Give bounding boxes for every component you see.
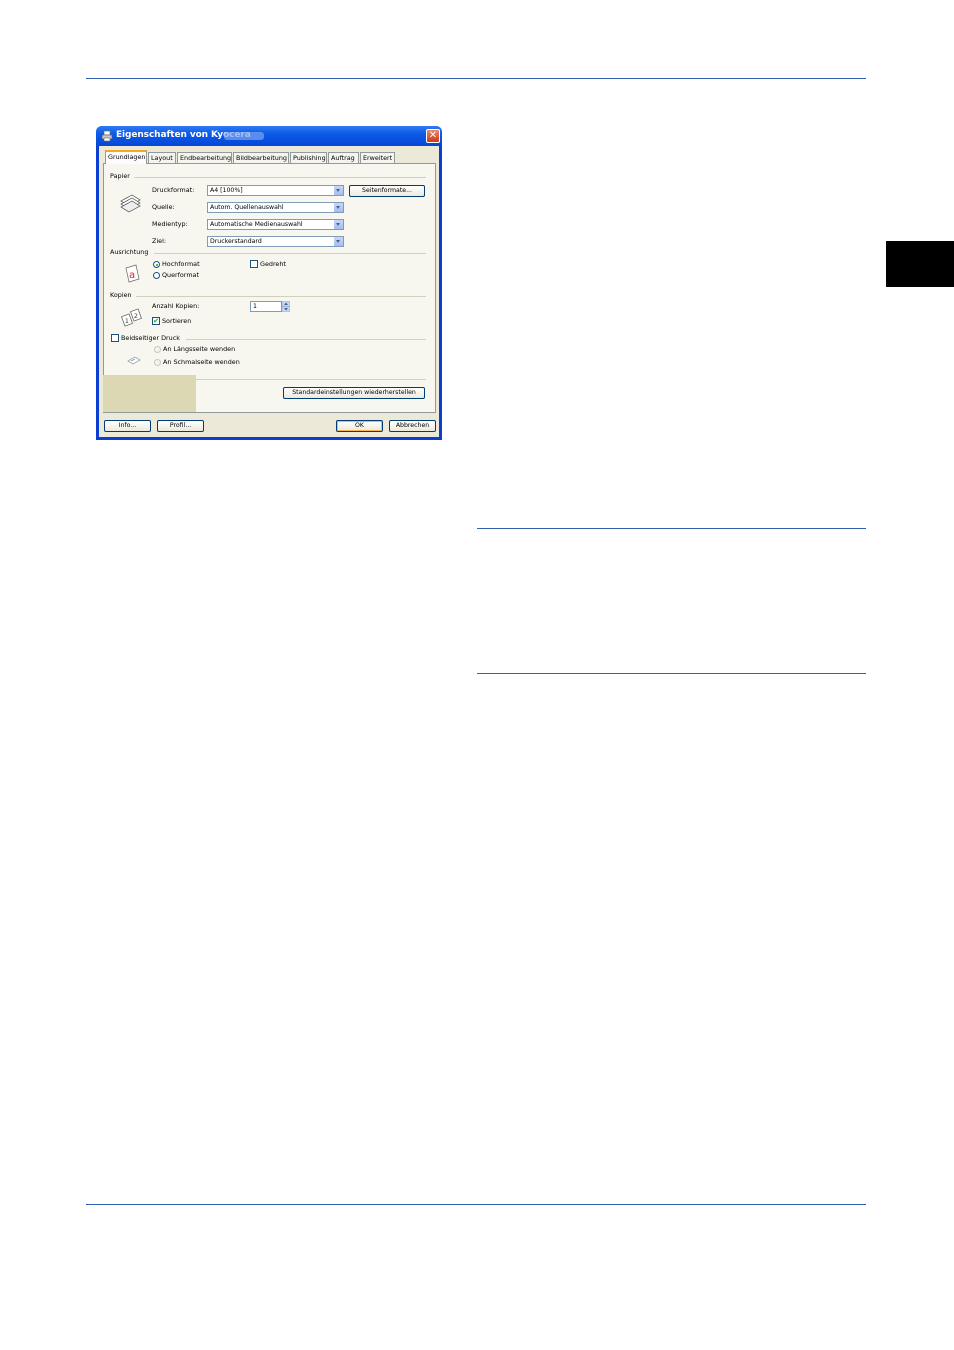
chevron-down-icon[interactable] bbox=[333, 237, 343, 246]
svg-text:1: 1 bbox=[125, 318, 129, 325]
laengsseite-label[interactable]: An Längsseite wenden bbox=[163, 345, 235, 354]
sortieren-checkbox[interactable]: ✔ bbox=[152, 317, 160, 325]
separator bbox=[136, 296, 426, 297]
anzahl-kopien-input[interactable]: 1 bbox=[250, 301, 282, 312]
schmalseite-radio[interactable] bbox=[154, 359, 161, 366]
group-ausrichtung-label: Ausrichtung bbox=[110, 248, 149, 256]
chapter-side-tab bbox=[886, 241, 954, 287]
chevron-down-icon[interactable] bbox=[333, 203, 343, 212]
quelle-select[interactable]: Autom. Quellenauswahl bbox=[207, 202, 344, 213]
medientyp-select[interactable]: Automatische Medienauswahl bbox=[207, 219, 344, 230]
duplex-flip-icon bbox=[127, 356, 141, 365]
separator bbox=[154, 253, 426, 254]
section-rule-bottom bbox=[477, 673, 866, 674]
printer-properties-dialog: Eigenschaften von Kyocera ✕ Grundlagen L… bbox=[96, 126, 442, 440]
standardeinstellungen-button[interactable]: Standardeinstellungen wiederherstellen bbox=[283, 387, 425, 399]
anzahl-kopien-value: 1 bbox=[253, 303, 257, 310]
quelle-label: Quelle: bbox=[152, 203, 175, 211]
group-kopien-label: Kopien bbox=[110, 291, 132, 299]
ok-button[interactable]: OK bbox=[336, 420, 383, 432]
abbrechen-button[interactable]: Abbrechen bbox=[389, 420, 436, 432]
group-papier-label: Papier bbox=[110, 172, 130, 180]
info-button[interactable]: Info... bbox=[104, 420, 151, 432]
druckformat-select[interactable]: A4 [100%] bbox=[207, 185, 344, 196]
gedreht-label[interactable]: Gedreht bbox=[260, 260, 286, 269]
ziel-value: Druckerstandard bbox=[210, 238, 262, 245]
chevron-down-icon[interactable] bbox=[333, 220, 343, 229]
side-panel-area bbox=[103, 375, 196, 412]
tab-grundlagen[interactable]: Grundlagen bbox=[105, 150, 147, 164]
beidseitiger-druck-label[interactable]: Beidseitiger Druck bbox=[121, 334, 180, 343]
tab-layout[interactable]: Layout bbox=[148, 152, 176, 163]
header-rule bbox=[86, 78, 866, 79]
querformat-label[interactable]: Querformat bbox=[162, 271, 199, 280]
tab-bildbearbeitung[interactable]: Bildbearbeitung bbox=[233, 152, 289, 163]
beidseitiger-druck-checkbox[interactable] bbox=[111, 334, 119, 342]
schmalseite-label[interactable]: An Schmalseite wenden bbox=[163, 358, 240, 367]
seitenformate-button[interactable]: Seitenformate... bbox=[349, 185, 425, 197]
svg-text:a: a bbox=[129, 270, 135, 281]
druckformat-value: A4 [100%] bbox=[210, 187, 243, 194]
collated-copies-icon: 1 2 bbox=[121, 308, 142, 327]
dialog-client: Grundlagen Layout Endbearbeitung Bildbea… bbox=[99, 146, 439, 437]
printer-icon bbox=[101, 130, 113, 142]
laengsseite-radio[interactable] bbox=[154, 346, 161, 353]
section-rule-top bbox=[477, 528, 866, 529]
chevron-down-icon[interactable] bbox=[333, 186, 343, 195]
tab-erweitert[interactable]: Erweitert bbox=[360, 152, 395, 163]
druckformat-label: Druckformat: bbox=[152, 186, 195, 194]
medientyp-label: Medientyp: bbox=[152, 220, 188, 228]
portrait-orientation-icon: a bbox=[125, 264, 140, 283]
model-name-blurred bbox=[224, 132, 264, 140]
separator bbox=[186, 339, 426, 340]
medientyp-value: Automatische Medienauswahl bbox=[210, 221, 303, 228]
profil-button[interactable]: Profil... bbox=[157, 420, 204, 432]
querformat-radio[interactable] bbox=[153, 272, 160, 279]
quelle-value: Autom. Quellenauswahl bbox=[210, 204, 284, 211]
gedreht-checkbox[interactable] bbox=[250, 260, 258, 268]
hochformat-label[interactable]: Hochformat bbox=[162, 260, 200, 269]
paper-stack-icon bbox=[120, 194, 141, 213]
anzahl-kopien-label: Anzahl Kopien: bbox=[152, 302, 200, 310]
tab-auftrag[interactable]: Auftrag bbox=[328, 152, 359, 163]
ziel-label: Ziel: bbox=[152, 237, 167, 245]
spinner-arrows-icon[interactable] bbox=[282, 301, 290, 312]
footer-rule bbox=[86, 1204, 866, 1205]
separator bbox=[195, 379, 426, 380]
hochformat-radio[interactable] bbox=[153, 261, 160, 268]
sortieren-label[interactable]: Sortieren bbox=[162, 317, 191, 326]
tab-endbearbeitung[interactable]: Endbearbeitung bbox=[177, 152, 232, 163]
svg-text:2: 2 bbox=[134, 313, 138, 320]
title-bar[interactable]: Eigenschaften von Kyocera ✕ bbox=[96, 126, 442, 146]
ziel-select[interactable]: Druckerstandard bbox=[207, 236, 344, 247]
separator bbox=[134, 177, 426, 178]
tab-publishing[interactable]: Publishing bbox=[290, 152, 327, 163]
close-button[interactable]: ✕ bbox=[426, 129, 440, 143]
